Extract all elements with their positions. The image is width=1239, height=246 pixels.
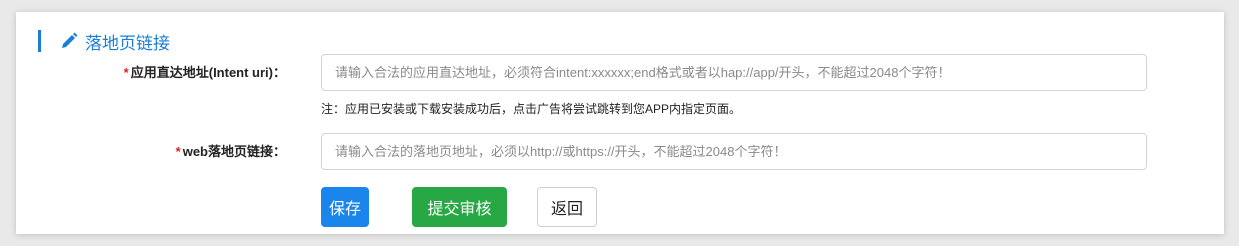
intent-uri-label-wrap: * 应用直达地址(Intent uri)：	[16, 62, 286, 82]
accent-bar	[38, 30, 41, 52]
pencil-icon	[59, 31, 79, 51]
submit-review-button[interactable]: 提交审核	[412, 187, 507, 227]
intent-uri-label-text: 应用直达地址(Intent uri)：	[130, 65, 286, 80]
web-link-label-text: web落地页链接：	[182, 144, 286, 159]
landing-page-card: 落地页链接 *应用直达地址(Intent uri)： 注：应用已安装或下载安装成…	[16, 12, 1224, 234]
intent-uri-note: 注：应用已安装或下载安装成功后，点击广告将尝试跳转到您APP内指定页面。	[321, 102, 742, 116]
web-link-label-wrap: * web落地页链接：	[16, 141, 286, 161]
web-link-label: * web落地页链接：	[176, 141, 286, 160]
section-header: 落地页链接	[38, 30, 170, 53]
required-mark: *	[175, 144, 181, 159]
back-button[interactable]: 返回	[537, 187, 597, 227]
web-link-input[interactable]	[321, 133, 1147, 170]
intent-uri-input[interactable]	[321, 54, 1147, 91]
save-button[interactable]: 保存	[321, 187, 369, 227]
required-mark: *	[123, 65, 129, 80]
section-title: 落地页链接	[85, 33, 170, 53]
intent-uri-label: * 应用直达地址(Intent uri)：	[124, 62, 286, 81]
